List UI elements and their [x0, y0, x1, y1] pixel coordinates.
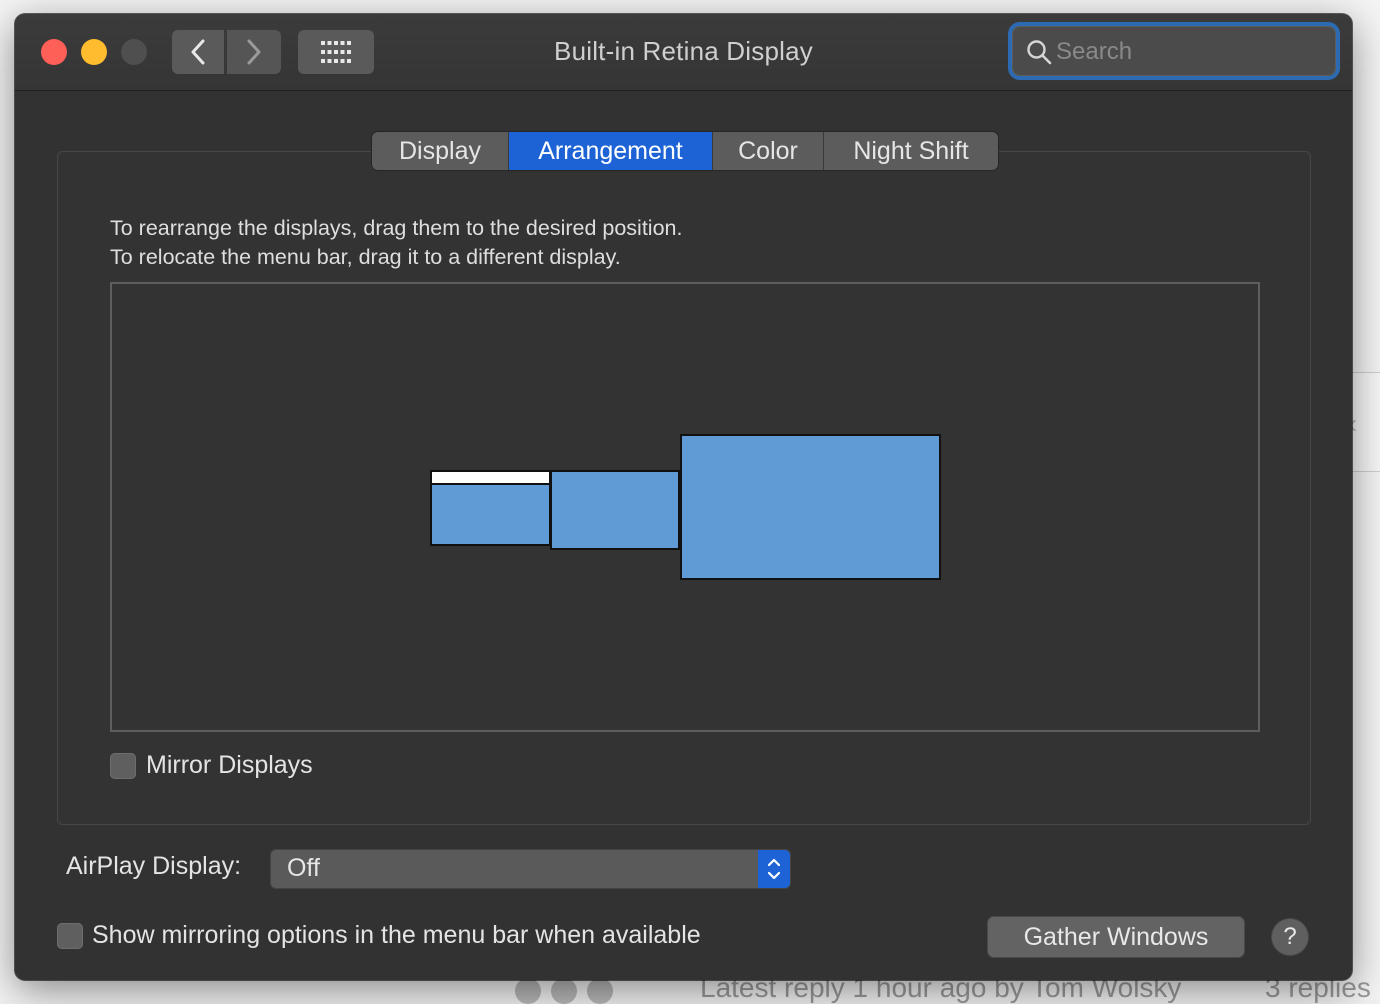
help-button[interactable]: ? — [1272, 919, 1308, 955]
search-icon — [1026, 39, 1052, 65]
background-star-icon — [551, 978, 577, 1004]
show-mirroring-options-checkbox[interactable] — [57, 923, 83, 949]
title-bar: Built-in Retina Display — [15, 14, 1352, 91]
tab-night-shift[interactable]: Night Shift — [824, 132, 998, 170]
display-main[interactable] — [430, 470, 551, 546]
arrangement-instructions: To rearrange the displays, drag them to … — [110, 214, 682, 272]
mirror-displays-label[interactable]: Mirror Displays — [146, 751, 313, 780]
instruction-line-1: To rearrange the displays, drag them to … — [110, 214, 682, 243]
search-input[interactable] — [1054, 26, 1328, 78]
display-large[interactable] — [680, 434, 941, 580]
airplay-display-label: AirPlay Display: — [66, 852, 241, 881]
airplay-display-select[interactable]: Off — [271, 850, 790, 888]
background-icons — [515, 978, 613, 1004]
menu-bar-handle[interactable] — [432, 472, 549, 485]
instruction-line-2: To relocate the menu bar, drag it to a d… — [110, 243, 682, 272]
background-apple-icon — [587, 978, 613, 1004]
preferences-window: Built-in Retina Display Display Arrangem… — [15, 14, 1352, 980]
gather-windows-button[interactable]: Gather Windows — [988, 917, 1244, 957]
display-secondary[interactable] — [550, 470, 680, 550]
tab-display[interactable]: Display — [372, 132, 509, 170]
tab-color[interactable]: Color — [713, 132, 824, 170]
airplay-selected-value: Off — [287, 854, 320, 883]
select-stepper[interactable] — [758, 850, 790, 888]
show-mirroring-options-label[interactable]: Show mirroring options in the menu bar w… — [92, 921, 701, 950]
background-check-icon — [515, 978, 541, 1004]
tab-bar: Display Arrangement Color Night Shift — [372, 132, 998, 170]
display-arrangement-area — [110, 282, 1260, 732]
chevron-up-down-icon — [766, 855, 782, 883]
mirror-displays-checkbox[interactable] — [110, 753, 136, 779]
search-field[interactable] — [1012, 26, 1336, 76]
tab-arrangement[interactable]: Arrangement — [509, 132, 713, 170]
